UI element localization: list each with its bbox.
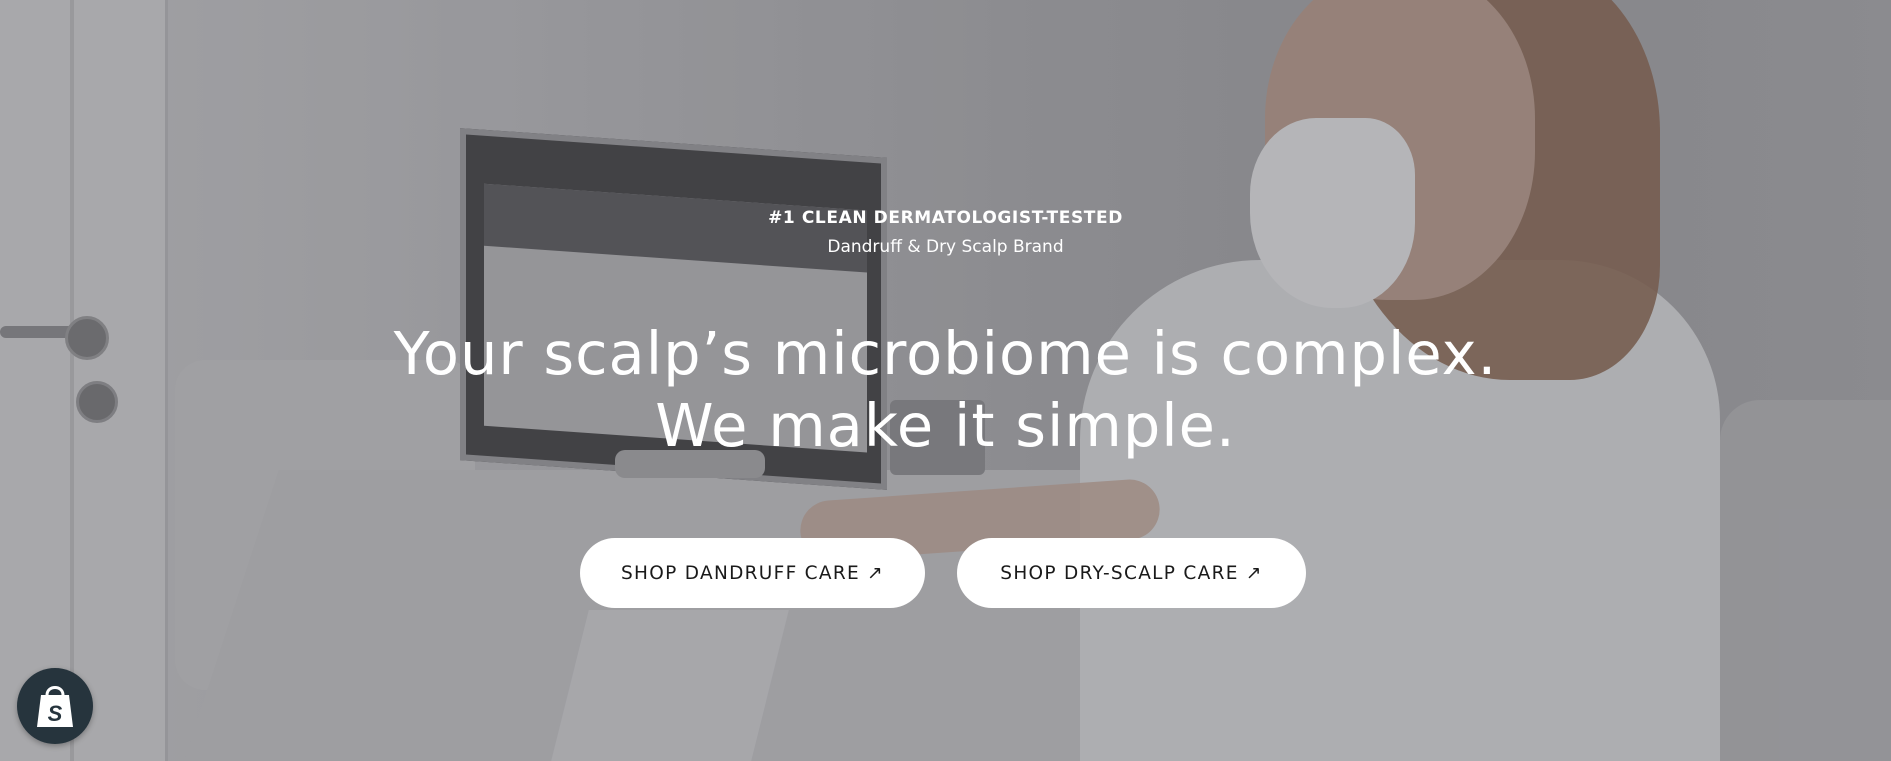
hero-headline: Your scalp’s microbiome is complex. We m…: [0, 318, 1891, 462]
shop-dandruff-care-button[interactable]: SHOP DANDRUFF CARE ↗: [580, 538, 925, 608]
svg-text:S: S: [48, 701, 63, 726]
shop-dry-scalp-care-button[interactable]: SHOP DRY-SCALP CARE ↗: [957, 538, 1306, 608]
hero-content: #1 CLEAN DERMATOLOGIST-TESTED Dandruff &…: [0, 0, 1891, 761]
hero-section: #1 CLEAN DERMATOLOGIST-TESTED Dandruff &…: [0, 0, 1891, 761]
hero-subline: Dandruff & Dry Scalp Brand: [827, 237, 1064, 257]
hero-eyebrow: #1 CLEAN DERMATOLOGIST-TESTED: [768, 208, 1123, 228]
headline-line-2: We make it simple.: [655, 391, 1236, 460]
shopify-bag-icon: S: [37, 686, 73, 727]
shopify-badge-button[interactable]: S: [17, 668, 93, 744]
headline-line-1: Your scalp’s microbiome is complex.: [393, 319, 1498, 388]
